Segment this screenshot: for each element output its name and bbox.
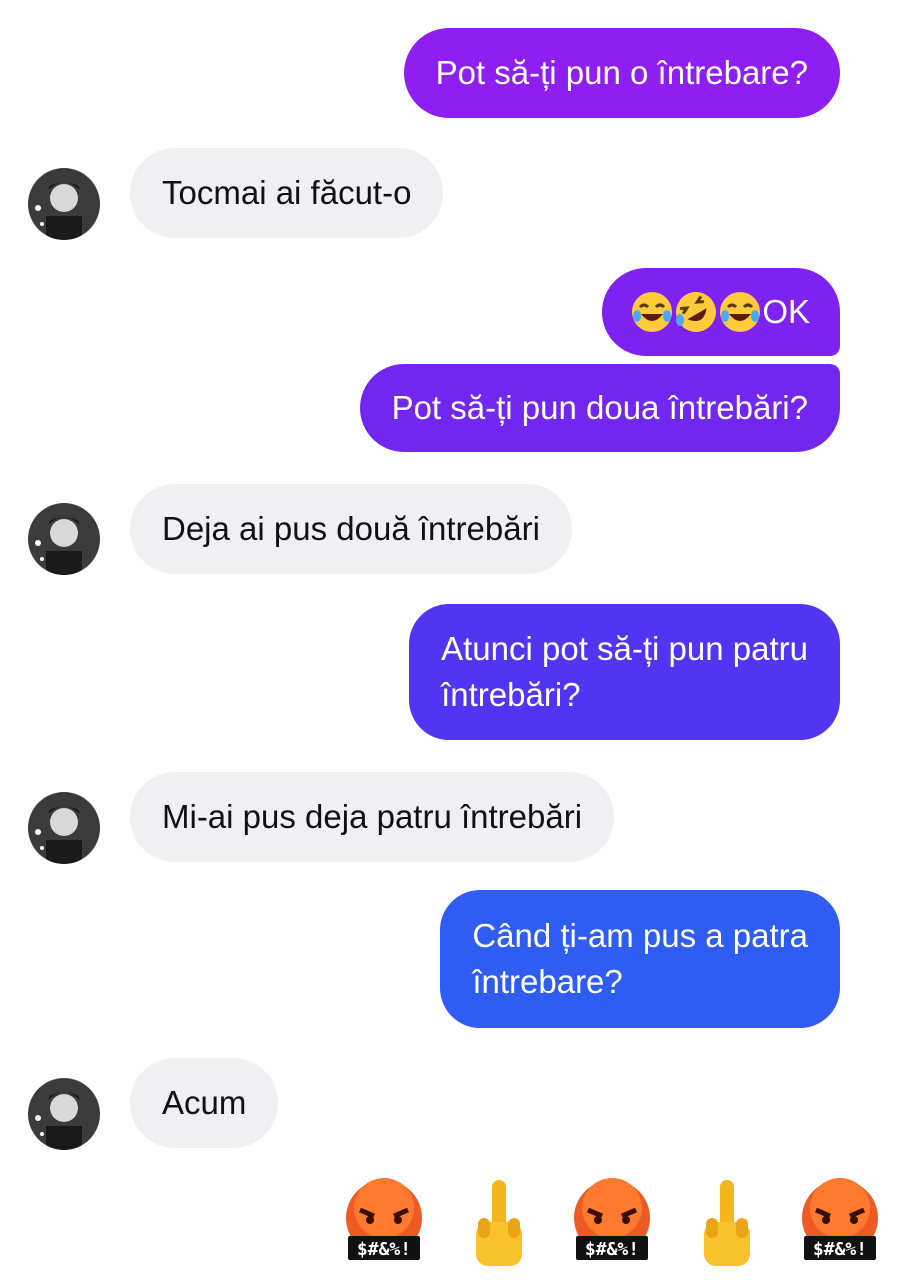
laughing-tears-icon (718, 290, 762, 334)
cursing-face-icon: $#&%! (340, 1178, 428, 1266)
message-outgoing[interactable]: Atunci pot să-ți pun patru întrebări? (409, 604, 840, 740)
avatar[interactable] (28, 1078, 100, 1150)
avatar[interactable] (28, 503, 100, 575)
chat-thread: Pot să-ți pun o întrebare? Tocmai ai făc… (0, 0, 900, 1280)
message-text-line: Când ți-am pus a patra (472, 917, 808, 954)
avatar[interactable] (28, 792, 100, 864)
laughing-tears-icon (630, 290, 674, 334)
message-incoming[interactable]: Tocmai ai făcut-o (130, 148, 444, 238)
message-text: Tocmai ai făcut-o (162, 174, 412, 211)
rolling-laugh-icon (674, 290, 718, 334)
message-outgoing[interactable]: Când ți-am pus a patra întrebare? (440, 890, 840, 1028)
message-incoming[interactable]: Deja ai pus două întrebări (130, 484, 572, 574)
cursing-face-icon: $#&%! (568, 1178, 656, 1266)
message-text-line: întrebări? (441, 676, 581, 713)
cursing-face-icon: $#&%! (796, 1178, 884, 1266)
message-incoming[interactable]: Mi-ai pus deja patru întrebări (130, 772, 615, 862)
message-text-line: Atunci pot să-ți pun patru (441, 630, 808, 667)
message-outgoing[interactable]: Pot să-ți pun o întrebare? (403, 28, 840, 118)
middle-finger-icon (682, 1178, 770, 1266)
cursing-text: $#&%! (357, 1239, 411, 1260)
avatar[interactable] (28, 168, 100, 240)
middle-finger-icon (454, 1178, 542, 1266)
message-outgoing[interactable]: Pot să-ți pun doua întrebări? (359, 364, 840, 452)
message-text: Acum (162, 1084, 247, 1121)
message-text: Deja ai pus două întrebări (162, 510, 540, 547)
emoji-message[interactable]: $#&%! $#&%! $#&%! (340, 1178, 884, 1266)
message-text: OK (762, 293, 810, 330)
message-outgoing[interactable]: OK (602, 268, 840, 356)
message-text-line: întrebare? (472, 963, 623, 1000)
message-text: Mi-ai pus deja patru întrebări (162, 798, 583, 835)
message-text: Pot să-ți pun o întrebare? (435, 54, 808, 91)
cursing-text: $#&%! (813, 1239, 867, 1260)
message-text: Pot să-ți pun doua întrebări? (391, 389, 808, 426)
cursing-text: $#&%! (585, 1239, 639, 1260)
message-incoming[interactable]: Acum (130, 1058, 279, 1148)
